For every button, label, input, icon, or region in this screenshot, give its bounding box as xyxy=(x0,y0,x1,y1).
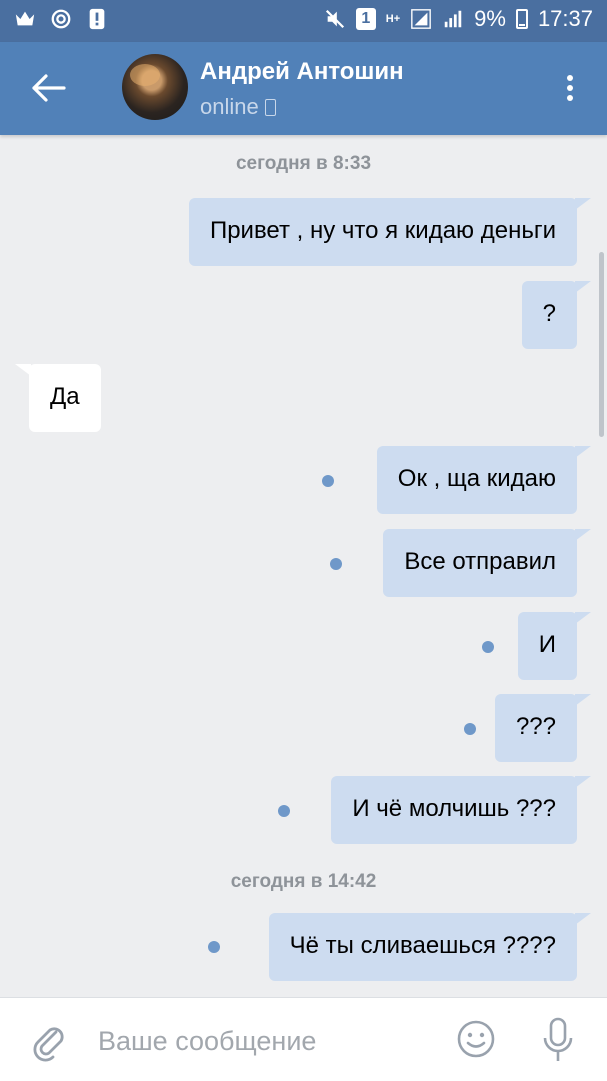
message-composer xyxy=(0,997,607,1081)
smile-icon[interactable] xyxy=(455,1018,497,1060)
unread-indicator xyxy=(482,641,494,653)
mute-icon xyxy=(325,9,344,29)
unread-indicator xyxy=(464,723,476,735)
message-bubble-outgoing[interactable]: Чё ты сливаешься ???? xyxy=(268,913,592,981)
message-bubble-outgoing[interactable]: ??? xyxy=(494,694,592,762)
date-separator: сегодня в 14:42 xyxy=(230,871,377,892)
sync-icon xyxy=(51,9,71,29)
battery-percent: 9% xyxy=(474,6,506,31)
message-text: И чё молчишь ??? xyxy=(352,795,556,822)
clock: 17:37 xyxy=(537,6,593,31)
unread-indicator xyxy=(208,941,220,953)
scrollbar[interactable] xyxy=(599,252,604,437)
message-text: И xyxy=(538,631,556,658)
message-bubble-outgoing[interactable]: Привет , ну что я кидаю деньги xyxy=(188,198,592,266)
message-bubble-outgoing[interactable]: И xyxy=(517,612,592,680)
sim-slot-badge: 1 xyxy=(355,8,376,30)
arrow-left-icon[interactable] xyxy=(28,70,68,106)
contact-name[interactable]: Андрей Антошин xyxy=(200,58,404,86)
alert-icon xyxy=(89,8,105,30)
paperclip-icon[interactable] xyxy=(28,1018,68,1062)
unread-indicator xyxy=(330,558,342,570)
message-text: ? xyxy=(542,300,556,327)
status-bar: 1 H+ 9% 17:37 xyxy=(0,0,607,42)
message-text: Чё ты сливаешься ???? xyxy=(289,932,556,959)
message-list[interactable]: сегодня в 8:33 Привет , ну что я кидаю д… xyxy=(0,135,607,997)
message-text: Все отправил xyxy=(404,548,556,575)
message-text: Да xyxy=(50,383,80,410)
message-input[interactable] xyxy=(96,1020,430,1062)
message-bubble-outgoing[interactable]: И чё молчишь ??? xyxy=(331,776,591,844)
message-bubble-outgoing[interactable]: ? xyxy=(521,281,592,349)
unread-indicator xyxy=(322,475,334,487)
contact-status: online xyxy=(200,94,276,120)
message-text: Привет , ну что я кидаю деньги xyxy=(209,217,556,244)
network-type: H+ xyxy=(385,12,401,25)
message-bubble-incoming[interactable]: Да xyxy=(15,364,101,432)
crown-icon xyxy=(15,11,35,26)
mobile-phone-icon xyxy=(264,98,276,116)
battery-icon xyxy=(515,9,528,29)
message-bubble-outgoing[interactable]: Ок , ща кидаю xyxy=(376,446,592,514)
date-separator: сегодня в 8:33 xyxy=(235,153,372,174)
chat-header: Андрей Антошин online xyxy=(0,42,607,135)
signal-icon-2 xyxy=(444,10,462,28)
unread-indicator xyxy=(278,805,290,817)
microphone-icon[interactable] xyxy=(540,1016,576,1064)
message-text: Ок , ща кидаю xyxy=(397,465,556,492)
signal-icon xyxy=(411,9,431,29)
status-text: online xyxy=(200,94,259,119)
message-text: ??? xyxy=(515,713,556,740)
message-bubble-outgoing[interactable]: Все отправил xyxy=(383,529,591,597)
avatar[interactable] xyxy=(122,54,188,120)
more-vertical-icon[interactable] xyxy=(560,70,580,106)
